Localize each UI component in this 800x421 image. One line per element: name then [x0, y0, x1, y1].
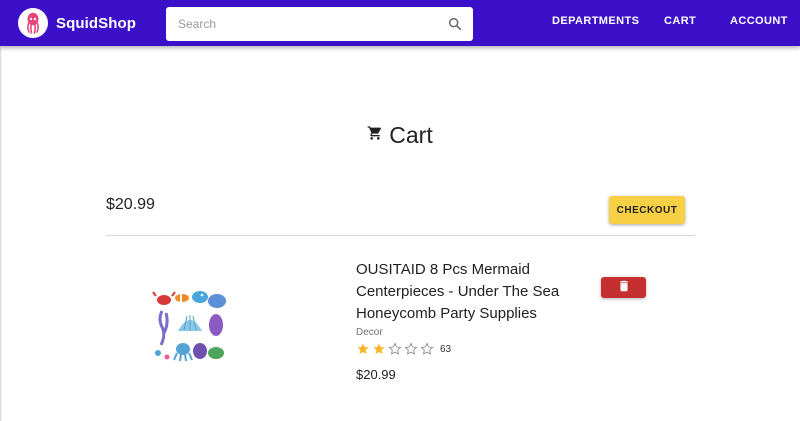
nav-departments[interactable]: DEPARTMENTS — [552, 15, 639, 27]
cart-total: $20.99 — [106, 196, 155, 213]
divider — [106, 235, 695, 236]
trash-icon — [617, 279, 631, 296]
star-empty-icon — [388, 342, 402, 355]
home-logo-link[interactable]: SquidShop — [18, 6, 136, 40]
squid-logo-icon — [18, 8, 48, 38]
product-title-link[interactable]: OUSITAID 8 Pcs Mermaid Centerpieces - Un… — [356, 259, 596, 325]
star-empty-icon — [404, 342, 418, 355]
star-empty-icon — [420, 342, 434, 355]
star-filled-icon — [357, 343, 369, 354]
search-icon[interactable] — [445, 14, 465, 34]
product-image — [150, 283, 230, 363]
star-rating: 63 — [356, 342, 451, 356]
cart-title-text: Cart — [389, 122, 433, 148]
remove-item-button[interactable] — [601, 277, 646, 298]
nav-account[interactable]: ACCOUNT — [730, 15, 788, 27]
product-price: $20.99 — [356, 367, 396, 382]
star-filled-icon — [373, 343, 385, 354]
search-bar — [166, 7, 473, 41]
search-input[interactable] — [176, 9, 440, 39]
shopping-cart-icon — [367, 125, 383, 146]
product-category: Decor — [356, 327, 383, 338]
page-title: Cart — [0, 122, 800, 149]
nav-cart[interactable]: CART — [664, 15, 696, 27]
drawer-edge-shadow — [0, 46, 2, 421]
review-count: 63 — [440, 343, 452, 355]
app-bar: SquidShop DEPARTMENTS CART ACCOUNT — [0, 0, 800, 46]
brand-name: SquidShop — [56, 14, 137, 32]
checkout-button[interactable]: CHECKOUT — [609, 196, 685, 224]
